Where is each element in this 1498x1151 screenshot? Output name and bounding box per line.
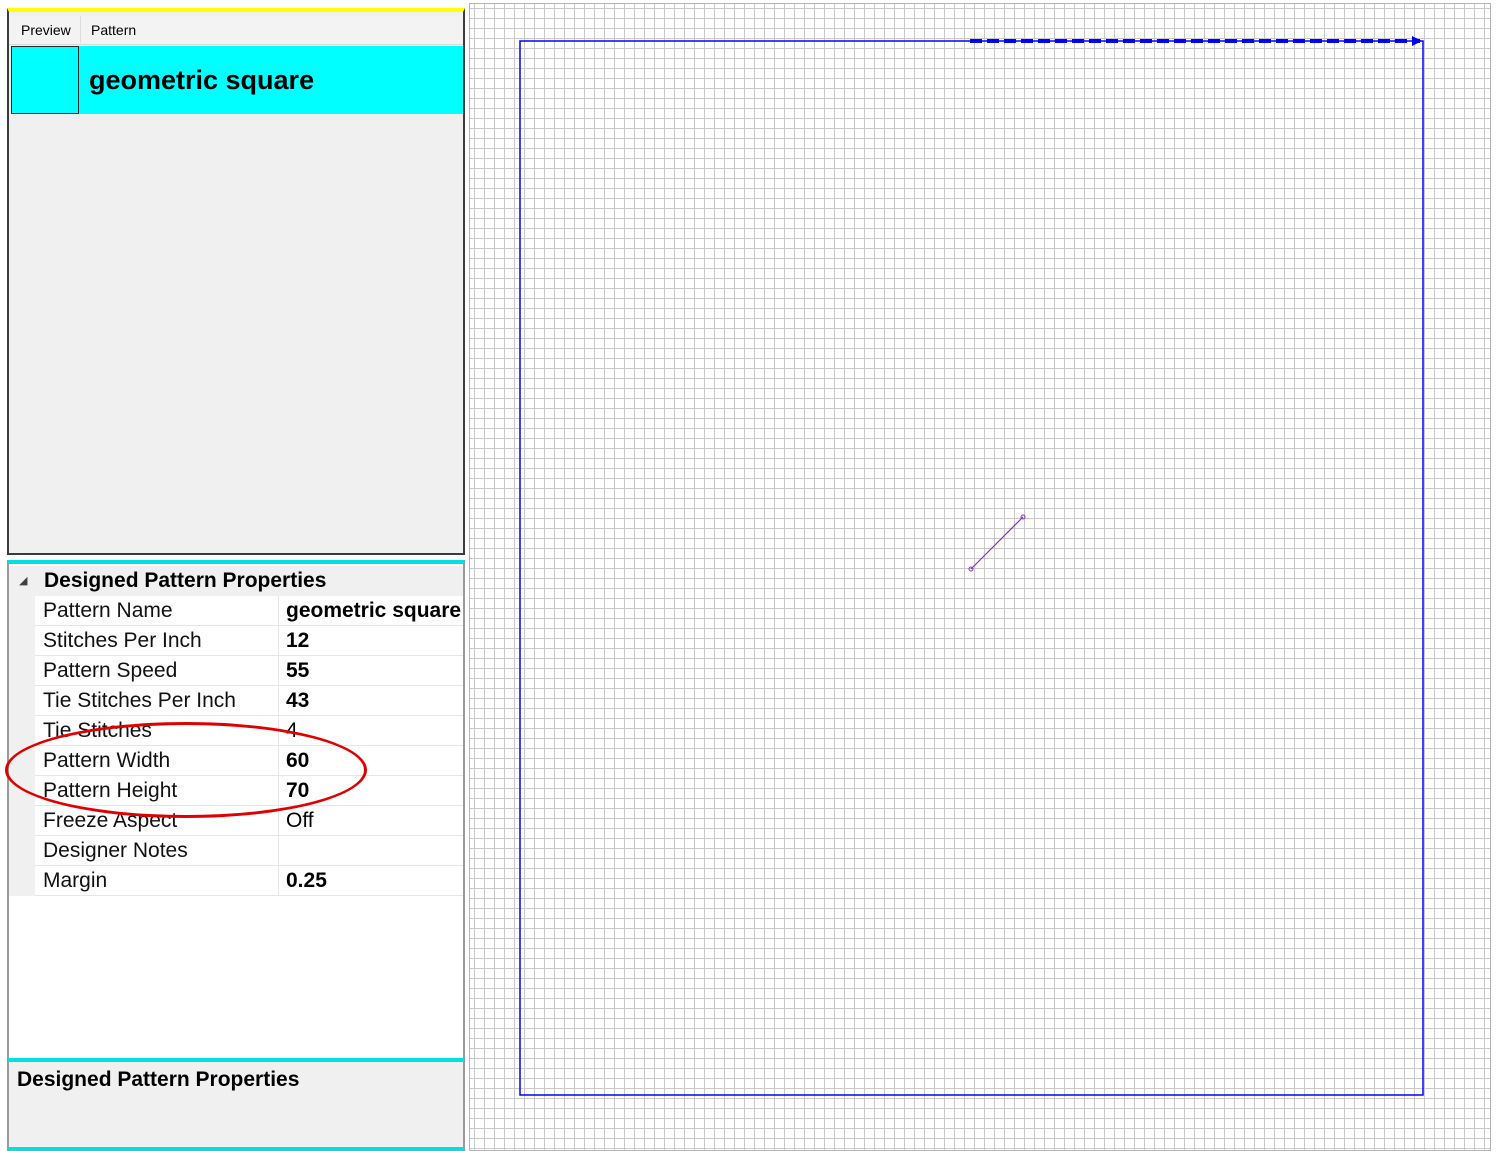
property-row-designer-notes[interactable]: Designer Notes — [35, 836, 463, 866]
property-grid-gutter — [9, 596, 35, 896]
property-name: Pattern Name — [43, 596, 279, 625]
property-value[interactable]: 70 — [286, 776, 309, 805]
property-value[interactable]: 4 — [286, 716, 298, 745]
property-row-pattern-name[interactable]: Pattern Name geometric square — [35, 596, 463, 626]
property-name: Tie Stitches — [43, 716, 279, 745]
property-row-margin[interactable]: Margin 0.25 — [35, 866, 463, 896]
property-value[interactable]: 55 — [286, 656, 309, 685]
property-row-tie-stitches[interactable]: Tie Stitches 4 — [35, 716, 463, 746]
property-value[interactable]: Off — [286, 806, 314, 835]
property-row-tie-stitches-per-inch[interactable]: Tie Stitches Per Inch 43 — [35, 686, 463, 716]
stitch-line[interactable] — [970, 516, 1024, 570]
property-name: Tie Stitches Per Inch — [43, 686, 279, 715]
property-name: Freeze Aspect — [43, 806, 279, 835]
property-description-panel: Designed Pattern Properties — [7, 1058, 465, 1151]
property-category-row[interactable]: ◢ Designed Pattern Properties — [9, 566, 463, 596]
property-name: Pattern Height — [43, 776, 279, 805]
pattern-list-item-name: geometric square — [89, 65, 315, 95]
property-row-freeze-aspect[interactable]: Freeze Aspect Off — [35, 806, 463, 836]
pattern-preview-thumbnail — [11, 46, 79, 114]
property-value[interactable]: 60 — [286, 746, 309, 775]
property-name: Pattern Width — [43, 746, 279, 775]
property-grid: ◢ Designed Pattern Properties Pattern Na… — [7, 560, 465, 1058]
property-category-title: Designed Pattern Properties — [44, 569, 327, 592]
column-header-pattern[interactable]: Pattern — [81, 16, 181, 43]
pattern-list-panel: Preview Pattern geometric square — [7, 8, 465, 555]
property-value[interactable]: geometric square — [286, 596, 461, 625]
property-name: Designer Notes — [43, 836, 279, 865]
design-canvas[interactable] — [469, 3, 1491, 1151]
property-description-title: Designed Pattern Properties — [17, 1068, 300, 1091]
canvas-drawing — [519, 36, 1424, 1096]
pattern-list-item[interactable]: geometric square — [11, 46, 463, 114]
pattern-list-header: Preview Pattern — [9, 16, 463, 45]
property-name: Pattern Speed — [43, 656, 279, 685]
property-row-pattern-height[interactable]: Pattern Height 70 — [35, 776, 463, 806]
property-value[interactable]: 43 — [286, 686, 309, 715]
column-header-preview[interactable]: Preview — [9, 16, 81, 43]
property-name: Margin — [43, 866, 279, 895]
property-row-pattern-speed[interactable]: Pattern Speed 55 — [35, 656, 463, 686]
app-window: Preview Pattern geometric square ◢ Desig… — [0, 0, 1498, 1151]
property-value[interactable]: 0.25 — [286, 866, 327, 895]
property-value[interactable]: 12 — [286, 626, 309, 655]
property-row-stitches-per-inch[interactable]: Stitches Per Inch 12 — [35, 626, 463, 656]
property-row-pattern-width[interactable]: Pattern Width 60 — [35, 746, 463, 776]
collapse-triangle-icon[interactable]: ◢ — [19, 574, 27, 587]
property-name: Stitches Per Inch — [43, 626, 279, 655]
